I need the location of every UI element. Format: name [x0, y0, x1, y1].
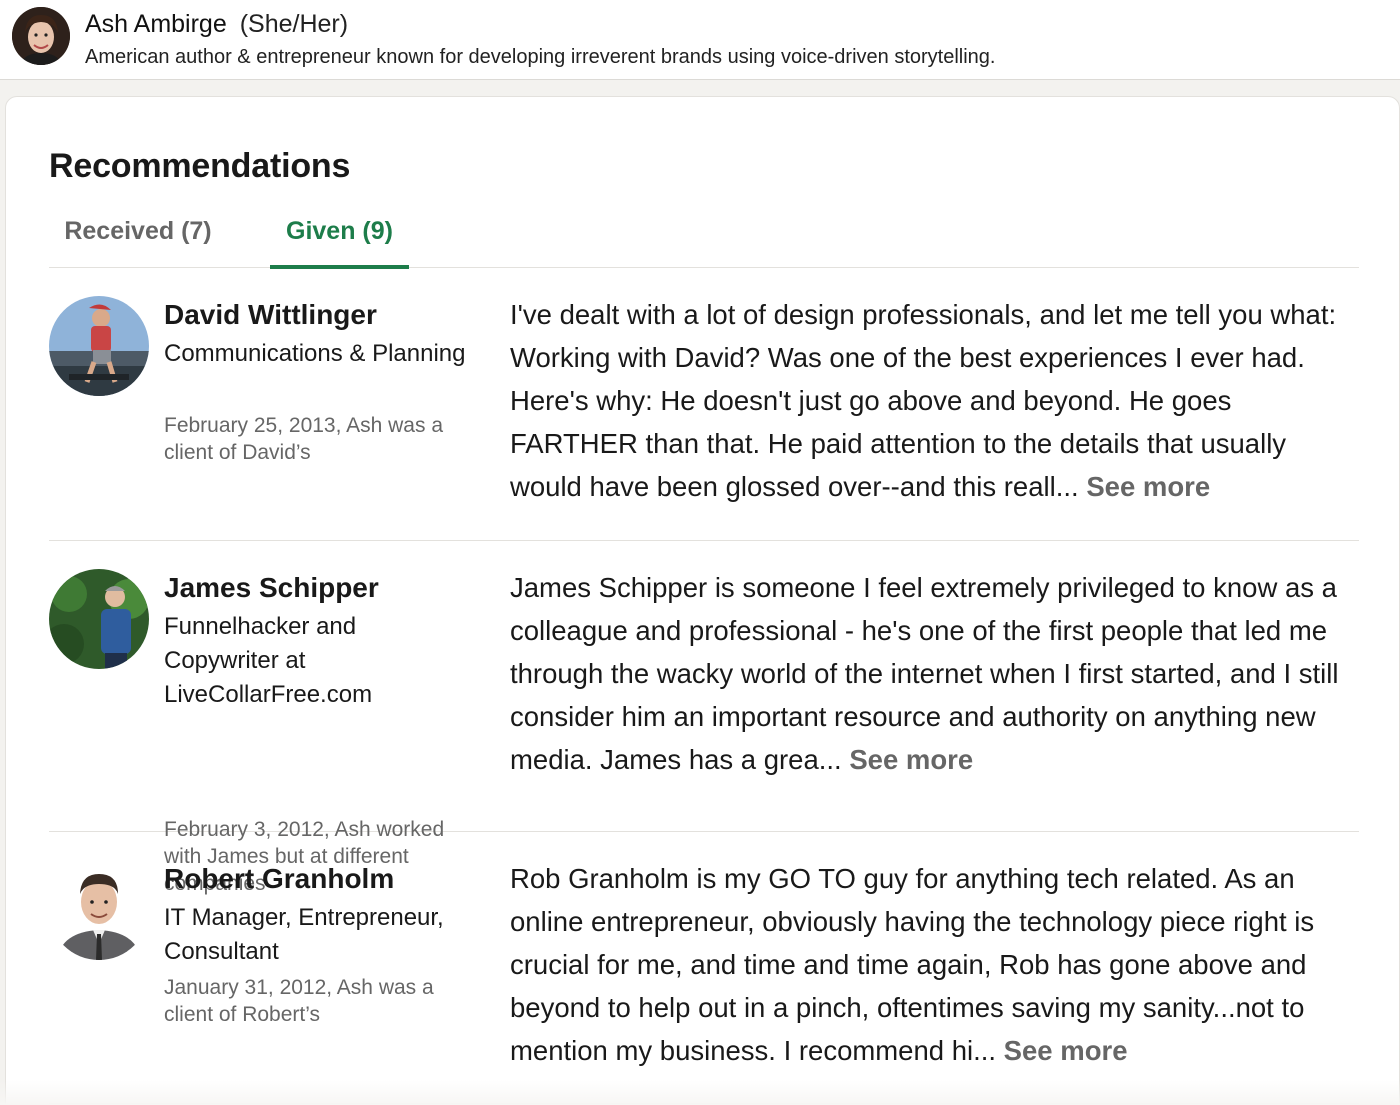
see-more-link[interactable]: See more [849, 744, 973, 775]
recommendation-meta: January 31, 2012, Ash was a client of Ro… [164, 976, 434, 1026]
recommender-avatar[interactable] [49, 296, 149, 396]
recommender-name[interactable]: Robert Granholm [164, 862, 394, 896]
profile-name: Ash Ambirge [85, 10, 227, 38]
see-more-link[interactable]: See more [1004, 1035, 1128, 1066]
recommendations-card: Recommendations Received (7) Given (9) D… [5, 96, 1400, 1105]
recommendation-text: Rob Granholm is my GO TO guy for anythin… [510, 857, 1350, 1072]
recommendations-tabs: Received (7) Given (9) [49, 202, 1359, 269]
recommender-name[interactable]: David Wittlinger [164, 298, 377, 332]
recommender-name[interactable]: James Schipper [164, 571, 379, 605]
recommendation-item: James Schipper Funnelhacker and Copywrit… [49, 541, 1359, 895]
bottom-fade [0, 1080, 1400, 1105]
recommendation-item: Robert Granholm IT Manager, Entrepreneur… [49, 832, 1359, 1104]
tab-received[interactable]: Received (7) [49, 202, 227, 268]
recommendation-meta: February 25, 2013, Ash was a client of D… [164, 414, 443, 464]
recommender-headline: Funnelhacker and Copywriter at LiveColla… [164, 613, 373, 708]
recommender-headline: Communications & Planning [164, 340, 466, 367]
profile-name-line: Ash Ambirge (She/Her) [85, 9, 348, 39]
profile-header: Ash Ambirge (She/Her) American author & … [0, 0, 1400, 80]
recommender-avatar[interactable] [49, 860, 149, 960]
see-more-link[interactable]: See more [1086, 471, 1210, 502]
recommendation-body: Rob Granholm is my GO TO guy for anythin… [510, 863, 1315, 1066]
recommendation-text: I've dealt with a lot of design professi… [510, 293, 1350, 508]
tab-given[interactable]: Given (9) [270, 202, 409, 269]
profile-pronouns: (She/Her) [239, 10, 349, 38]
recommendation-body: I've dealt with a lot of design professi… [510, 299, 1337, 502]
recommendation-text: James Schipper is someone I feel extreme… [510, 566, 1350, 781]
profile-avatar[interactable] [12, 7, 70, 65]
recommender-avatar[interactable] [49, 569, 149, 669]
section-title: Recommendations [49, 147, 351, 185]
recommendation-item: David Wittlinger Communications & Planni… [49, 268, 1359, 541]
profile-headline: American author & entrepreneur known for… [85, 46, 996, 68]
recommender-headline: IT Manager, Entrepreneur, Consultant [164, 904, 444, 965]
